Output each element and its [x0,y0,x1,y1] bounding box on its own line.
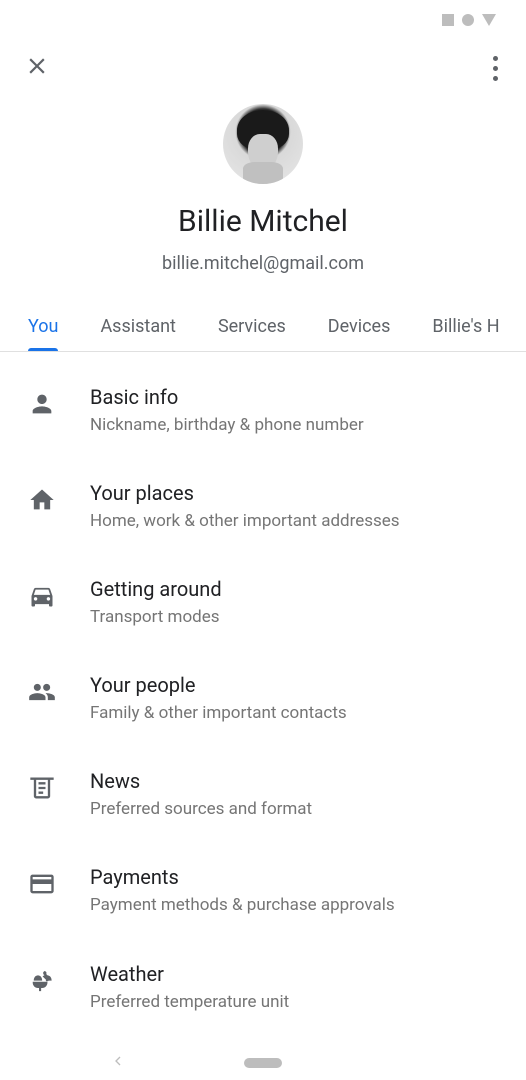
settings-item-subtitle: Preferred sources and format [90,798,312,820]
settings-item-texts: Weather Preferred temperature unit [90,961,289,1013]
car-icon [28,582,56,610]
nav-bar [0,1058,526,1068]
settings-item-title: Getting around [90,576,222,602]
people-icon [28,678,56,706]
more-vert-icon[interactable] [489,52,502,85]
tab-you[interactable]: You [28,302,58,351]
tab-assistant[interactable]: Assistant [100,302,176,351]
settings-item-texts: News Preferred sources and format [90,768,312,820]
settings-item-your-places[interactable]: Your places Home, work & other important… [0,458,526,554]
settings-item-texts: Basic info Nickname, birthday & phone nu… [90,384,364,436]
home-pill[interactable] [244,1058,282,1068]
settings-item-subtitle: Payment methods & purchase approvals [90,894,395,916]
tab-devices[interactable]: Devices [328,302,391,351]
card-icon [28,870,56,898]
profile-email: billie.mitchel@gmail.com [162,253,364,274]
settings-item-basic-info[interactable]: Basic info Nickname, birthday & phone nu… [0,362,526,458]
settings-item-subtitle: Preferred temperature unit [90,991,289,1013]
status-bar [0,0,526,40]
settings-list: Basic info Nickname, birthday & phone nu… [0,352,526,1035]
settings-item-title: Your people [90,672,347,698]
top-bar [0,40,526,96]
umbrella-icon [28,967,56,995]
settings-item-subtitle: Transport modes [90,606,222,628]
settings-item-subtitle: Home, work & other important addresses [90,510,400,532]
settings-item-title: Payments [90,864,395,890]
settings-item-texts: Your people Family & other important con… [90,672,347,724]
tab-services[interactable]: Services [218,302,286,351]
news-icon [28,774,56,802]
status-indicator-circle [462,14,474,26]
tabs: You Assistant Services Devices Billie's … [0,302,526,352]
settings-item-weather[interactable]: Weather Preferred temperature unit [0,939,526,1035]
settings-item-texts: Getting around Transport modes [90,576,222,628]
settings-item-title: Weather [90,961,289,987]
avatar[interactable] [223,104,303,184]
close-icon[interactable] [24,53,50,83]
settings-item-subtitle: Nickname, birthday & phone number [90,414,364,436]
settings-item-title: News [90,768,312,794]
settings-item-texts: Payments Payment methods & purchase appr… [90,864,395,916]
status-indicator-square [442,14,454,26]
profile-section: Billie Mitchel billie.mitchel@gmail.com [0,96,526,302]
settings-item-texts: Your places Home, work & other important… [90,480,400,532]
home-icon [28,486,56,514]
back-icon[interactable] [110,1053,126,1073]
person-icon [28,390,56,418]
tab-billies-h[interactable]: Billie's H [432,302,499,351]
status-indicator-triangle [482,14,496,26]
settings-item-payments[interactable]: Payments Payment methods & purchase appr… [0,842,526,938]
settings-item-title: Basic info [90,384,364,410]
settings-item-news[interactable]: News Preferred sources and format [0,746,526,842]
settings-item-getting-around[interactable]: Getting around Transport modes [0,554,526,650]
profile-name: Billie Mitchel [178,204,348,239]
settings-item-your-people[interactable]: Your people Family & other important con… [0,650,526,746]
settings-item-title: Your places [90,480,400,506]
settings-item-subtitle: Family & other important contacts [90,702,347,724]
